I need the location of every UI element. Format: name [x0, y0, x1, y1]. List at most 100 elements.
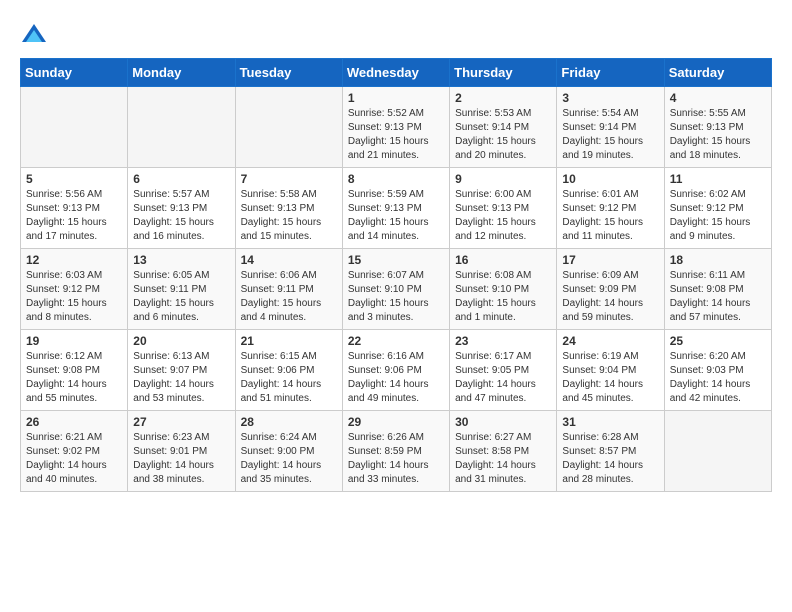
day-number: 27: [133, 415, 229, 429]
day-info: Sunrise: 6:28 AM Sunset: 8:57 PM Dayligh…: [562, 431, 658, 487]
day-cell: 24 Sunrise: 6:19 AM Sunset: 9:04 PM Dayli…: [557, 330, 664, 411]
day-cell: [235, 87, 342, 168]
calendar-table: SundayMondayTuesdayWednesdayThursdayFrid…: [20, 58, 772, 492]
day-info: Sunrise: 6:21 AM Sunset: 9:02 PM Dayligh…: [26, 431, 122, 487]
day-info: Sunrise: 5:57 AM Sunset: 9:13 PM Dayligh…: [133, 188, 229, 244]
day-info: Sunrise: 6:15 AM Sunset: 9:06 PM Dayligh…: [241, 350, 337, 406]
day-cell: 25 Sunrise: 6:20 AM Sunset: 9:03 PM Dayli…: [664, 330, 771, 411]
logo-icon: [20, 20, 48, 48]
day-info: Sunrise: 5:55 AM Sunset: 9:13 PM Dayligh…: [670, 107, 766, 163]
day-cell: 10 Sunrise: 6:01 AM Sunset: 9:12 PM Dayli…: [557, 168, 664, 249]
day-cell: 30 Sunrise: 6:27 AM Sunset: 8:58 PM Dayli…: [450, 411, 557, 492]
weekday-header-tuesday: Tuesday: [235, 59, 342, 87]
day-number: 25: [670, 334, 766, 348]
day-cell: 1Sunrise: 5:52 AM Sunset: 9:13 PM Daylig…: [342, 87, 449, 168]
day-info: Sunrise: 6:24 AM Sunset: 9:00 PM Dayligh…: [241, 431, 337, 487]
day-cell: 9 Sunrise: 6:00 AM Sunset: 9:13 PM Daylig…: [450, 168, 557, 249]
day-number: 10: [562, 172, 658, 186]
weekday-header-monday: Monday: [128, 59, 235, 87]
day-number: 30: [455, 415, 551, 429]
day-cell: 16 Sunrise: 6:08 AM Sunset: 9:10 PM Dayli…: [450, 249, 557, 330]
day-cell: 14Sunrise: 6:06 AM Sunset: 9:11 PM Dayli…: [235, 249, 342, 330]
week-row-1: 1Sunrise: 5:52 AM Sunset: 9:13 PM Daylig…: [21, 87, 772, 168]
day-info: Sunrise: 5:56 AM Sunset: 9:13 PM Dayligh…: [26, 188, 122, 244]
day-number: 20: [133, 334, 229, 348]
day-cell: 29 Sunrise: 6:26 AM Sunset: 8:59 PM Dayli…: [342, 411, 449, 492]
day-number: 24: [562, 334, 658, 348]
weekday-row: SundayMondayTuesdayWednesdayThursdayFrid…: [21, 59, 772, 87]
day-info: Sunrise: 5:53 AM Sunset: 9:14 PM Dayligh…: [455, 107, 551, 163]
day-number: 6: [133, 172, 229, 186]
day-info: Sunrise: 6:11 AM Sunset: 9:08 PM Dayligh…: [670, 269, 766, 325]
day-number: 11: [670, 172, 766, 186]
day-info: Sunrise: 5:54 AM Sunset: 9:14 PM Dayligh…: [562, 107, 658, 163]
day-info: Sunrise: 6:08 AM Sunset: 9:10 PM Dayligh…: [455, 269, 551, 325]
day-number: 22: [348, 334, 444, 348]
day-number: 29: [348, 415, 444, 429]
week-row-2: 5 Sunrise: 5:56 AM Sunset: 9:13 PM Daylig…: [21, 168, 772, 249]
weekday-header-thursday: Thursday: [450, 59, 557, 87]
day-info: Sunrise: 6:27 AM Sunset: 8:58 PM Dayligh…: [455, 431, 551, 487]
weekday-header-wednesday: Wednesday: [342, 59, 449, 87]
day-number: 17: [562, 253, 658, 267]
day-info: Sunrise: 6:17 AM Sunset: 9:05 PM Dayligh…: [455, 350, 551, 406]
weekday-header-sunday: Sunday: [21, 59, 128, 87]
day-cell: 23Sunrise: 6:17 AM Sunset: 9:05 PM Dayli…: [450, 330, 557, 411]
weekday-header-friday: Friday: [557, 59, 664, 87]
day-info: Sunrise: 5:59 AM Sunset: 9:13 PM Dayligh…: [348, 188, 444, 244]
day-cell: 18 Sunrise: 6:11 AM Sunset: 9:08 PM Dayli…: [664, 249, 771, 330]
day-info: Sunrise: 6:00 AM Sunset: 9:13 PM Dayligh…: [455, 188, 551, 244]
day-info: Sunrise: 6:05 AM Sunset: 9:11 PM Dayligh…: [133, 269, 229, 325]
day-info: Sunrise: 6:12 AM Sunset: 9:08 PM Dayligh…: [26, 350, 122, 406]
day-cell: 11Sunrise: 6:02 AM Sunset: 9:12 PM Dayli…: [664, 168, 771, 249]
day-number: 3: [562, 91, 658, 105]
day-number: 21: [241, 334, 337, 348]
day-info: Sunrise: 6:03 AM Sunset: 9:12 PM Dayligh…: [26, 269, 122, 325]
day-cell: 7 Sunrise: 5:58 AM Sunset: 9:13 PM Daylig…: [235, 168, 342, 249]
week-row-4: 19 Sunrise: 6:12 AM Sunset: 9:08 PM Dayli…: [21, 330, 772, 411]
day-cell: 4Sunrise: 5:55 AM Sunset: 9:13 PM Daylig…: [664, 87, 771, 168]
day-cell: 17 Sunrise: 6:09 AM Sunset: 9:09 PM Dayli…: [557, 249, 664, 330]
day-number: 2: [455, 91, 551, 105]
day-number: 9: [455, 172, 551, 186]
day-cell: 5 Sunrise: 5:56 AM Sunset: 9:13 PM Daylig…: [21, 168, 128, 249]
week-row-3: 12 Sunrise: 6:03 AM Sunset: 9:12 PM Dayli…: [21, 249, 772, 330]
day-number: 31: [562, 415, 658, 429]
day-info: Sunrise: 6:26 AM Sunset: 8:59 PM Dayligh…: [348, 431, 444, 487]
day-info: Sunrise: 6:06 AM Sunset: 9:11 PM Dayligh…: [241, 269, 337, 325]
day-cell: 21 Sunrise: 6:15 AM Sunset: 9:06 PM Dayli…: [235, 330, 342, 411]
day-number: 16: [455, 253, 551, 267]
day-cell: [21, 87, 128, 168]
day-info: Sunrise: 6:13 AM Sunset: 9:07 PM Dayligh…: [133, 350, 229, 406]
week-row-5: 26Sunrise: 6:21 AM Sunset: 9:02 PM Dayli…: [21, 411, 772, 492]
day-cell: [664, 411, 771, 492]
day-number: 28: [241, 415, 337, 429]
logo: [20, 20, 52, 48]
day-cell: 2 Sunrise: 5:53 AM Sunset: 9:14 PM Daylig…: [450, 87, 557, 168]
day-cell: 3 Sunrise: 5:54 AM Sunset: 9:14 PM Daylig…: [557, 87, 664, 168]
day-info: Sunrise: 5:58 AM Sunset: 9:13 PM Dayligh…: [241, 188, 337, 244]
day-info: Sunrise: 6:09 AM Sunset: 9:09 PM Dayligh…: [562, 269, 658, 325]
day-info: Sunrise: 6:01 AM Sunset: 9:12 PM Dayligh…: [562, 188, 658, 244]
day-number: 5: [26, 172, 122, 186]
day-cell: 13 Sunrise: 6:05 AM Sunset: 9:11 PM Dayli…: [128, 249, 235, 330]
day-number: 8: [348, 172, 444, 186]
day-cell: 12 Sunrise: 6:03 AM Sunset: 9:12 PM Dayli…: [21, 249, 128, 330]
day-info: Sunrise: 6:20 AM Sunset: 9:03 PM Dayligh…: [670, 350, 766, 406]
day-cell: [128, 87, 235, 168]
calendar-header: SundayMondayTuesdayWednesdayThursdayFrid…: [21, 59, 772, 87]
day-cell: 31 Sunrise: 6:28 AM Sunset: 8:57 PM Dayli…: [557, 411, 664, 492]
day-number: 13: [133, 253, 229, 267]
day-cell: 28 Sunrise: 6:24 AM Sunset: 9:00 PM Dayli…: [235, 411, 342, 492]
page-header: [20, 20, 772, 48]
day-info: Sunrise: 6:19 AM Sunset: 9:04 PM Dayligh…: [562, 350, 658, 406]
day-number: 18: [670, 253, 766, 267]
day-cell: 19 Sunrise: 6:12 AM Sunset: 9:08 PM Dayli…: [21, 330, 128, 411]
day-number: 12: [26, 253, 122, 267]
day-number: 19: [26, 334, 122, 348]
day-number: 7: [241, 172, 337, 186]
weekday-header-saturday: Saturday: [664, 59, 771, 87]
day-cell: 27Sunrise: 6:23 AM Sunset: 9:01 PM Dayli…: [128, 411, 235, 492]
day-info: Sunrise: 6:16 AM Sunset: 9:06 PM Dayligh…: [348, 350, 444, 406]
day-cell: 8 Sunrise: 5:59 AM Sunset: 9:13 PM Daylig…: [342, 168, 449, 249]
